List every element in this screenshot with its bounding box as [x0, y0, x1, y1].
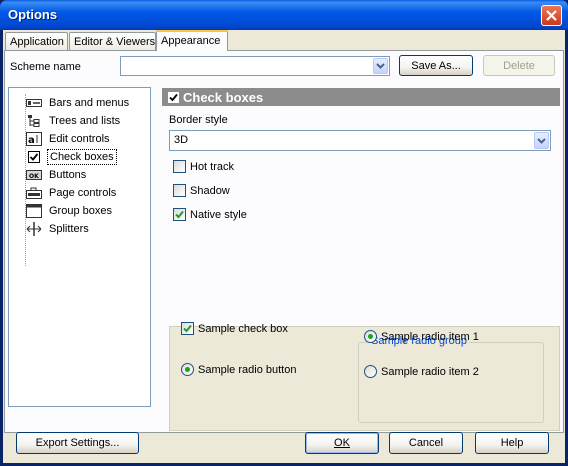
checkbox-box[interactable]	[173, 184, 186, 197]
dialog-client-area: Application Editor & Viewers Appearance …	[3, 30, 565, 463]
radio-circle[interactable]	[364, 365, 377, 378]
sample-radio-button[interactable]: Sample radio button	[181, 363, 296, 376]
tree-item-page-controls[interactable]: Page controls	[13, 184, 118, 202]
svg-text:a: a	[28, 135, 35, 146]
tree-item-buttons[interactable]: OK Buttons	[13, 166, 88, 184]
tree-item-label: Bars and menus	[49, 97, 130, 109]
tab-application-label: Application	[10, 36, 64, 48]
hot-track-label: Hot track	[190, 160, 235, 173]
radio-dot	[368, 334, 373, 339]
export-settings-button[interactable]: Export Settings...	[16, 432, 139, 454]
tab-application[interactable]: Application	[5, 32, 68, 50]
save-as-label: Save As...	[411, 59, 461, 72]
native-style-label: Native style	[190, 208, 247, 221]
tab-appearance-label: Appearance	[161, 35, 221, 47]
window-title: Options	[8, 7, 58, 22]
group-box-icon	[25, 204, 43, 218]
sample-check-box[interactable]: Sample check box	[181, 322, 288, 335]
tree-item-label: Splitters	[49, 223, 89, 235]
check-icon	[168, 91, 179, 103]
native-style-checkbox[interactable]: Native style	[173, 208, 247, 221]
tree-item-splitters[interactable]: Splitters	[13, 220, 91, 238]
cancel-label: Cancel	[408, 437, 444, 449]
tree-item-edit-controls[interactable]: a Edit controls	[13, 130, 112, 148]
tree-item-label: Group boxes	[49, 205, 112, 217]
section-checkbox[interactable]	[168, 91, 179, 103]
tree-icon	[25, 114, 43, 128]
tree-item-check-boxes[interactable]: Check boxes	[13, 148, 117, 166]
border-style-label: Border style	[169, 114, 228, 126]
edit-control-icon: a	[25, 132, 43, 146]
border-style-combo[interactable]: 3D	[169, 130, 551, 151]
sample-check-box-label: Sample check box	[198, 322, 288, 335]
section-title: Check boxes	[183, 89, 264, 105]
button-icon: OK	[25, 168, 43, 182]
tree-item-trees-and-lists[interactable]: Trees and lists	[13, 112, 122, 130]
close-button[interactable]	[541, 5, 562, 26]
radio-circle[interactable]	[364, 330, 377, 343]
delete-button[interactable]: Delete	[483, 55, 555, 76]
radio-circle[interactable]	[181, 363, 194, 376]
radio-dot	[185, 367, 190, 372]
check-icon	[183, 324, 192, 333]
help-label: Help	[500, 437, 524, 449]
checkbox-box[interactable]	[173, 208, 186, 221]
scheme-name-combo[interactable]	[120, 56, 390, 76]
delete-label: Delete	[503, 59, 535, 72]
svg-text:OK: OK	[29, 173, 39, 180]
sample-radio-group	[358, 342, 544, 423]
cancel-button[interactable]: Cancel	[389, 432, 463, 454]
page-control-icon	[25, 186, 43, 200]
shadow-checkbox[interactable]: Shadow	[173, 184, 230, 197]
sample-radio-item-1-label: Sample radio item 1	[381, 330, 479, 343]
border-style-dropdown-button[interactable]	[534, 132, 549, 149]
checkbox-icon	[25, 150, 43, 164]
section-header[interactable]: Check boxes	[162, 88, 560, 106]
tree-item-label: Edit controls	[49, 133, 110, 145]
checkbox-box[interactable]	[173, 160, 186, 173]
sample-radio-item-1[interactable]: Sample radio item 1	[364, 330, 479, 343]
tree-item-bars-and-menus[interactable]: Bars and menus	[13, 94, 131, 112]
ok-label: OK	[334, 437, 350, 449]
save-as-button[interactable]: Save As...	[399, 55, 473, 76]
sample-radio-item-2[interactable]: Sample radio item 2	[364, 365, 479, 378]
scheme-name-label: Scheme name	[10, 61, 81, 73]
tree-item-group-boxes[interactable]: Group boxes	[13, 202, 114, 220]
bars-and-menus-icon	[25, 96, 43, 110]
export-settings-label: Export Settings...	[35, 437, 120, 449]
border-style-value: 3D	[174, 134, 189, 146]
hot-track-checkbox[interactable]: Hot track	[173, 160, 234, 173]
sample-radio-button-label: Sample radio button	[198, 363, 297, 376]
tree-item-label: Buttons	[49, 169, 87, 181]
tab-editor-viewers[interactable]: Editor & Viewers	[69, 32, 156, 50]
splitter-icon	[25, 222, 43, 236]
scheme-dropdown-button[interactable]	[373, 58, 388, 74]
shadow-label: Shadow	[190, 184, 230, 197]
options-dialog: Options Application Editor & Viewers App…	[0, 0, 568, 466]
tab-appearance[interactable]: Appearance	[156, 30, 228, 51]
check-icon	[175, 210, 184, 219]
close-icon	[546, 10, 557, 21]
chevron-down-icon	[537, 137, 546, 144]
tree-item-label: Trees and lists	[49, 115, 121, 127]
checkbox-box[interactable]	[181, 322, 194, 335]
help-button[interactable]: Help	[475, 432, 549, 454]
category-tree[interactable]: Bars and menus Trees and lists a Edit co…	[8, 87, 151, 407]
tree-item-label: Check boxes	[47, 149, 117, 165]
title-bar[interactable]: Options	[0, 0, 568, 30]
tree-item-label: Page controls	[49, 187, 117, 199]
chevron-down-icon	[376, 63, 385, 69]
sample-radio-item-2-label: Sample radio item 2	[381, 365, 479, 378]
tab-editor-viewers-label: Editor & Viewers	[74, 36, 156, 48]
ok-button[interactable]: OK	[305, 432, 379, 454]
